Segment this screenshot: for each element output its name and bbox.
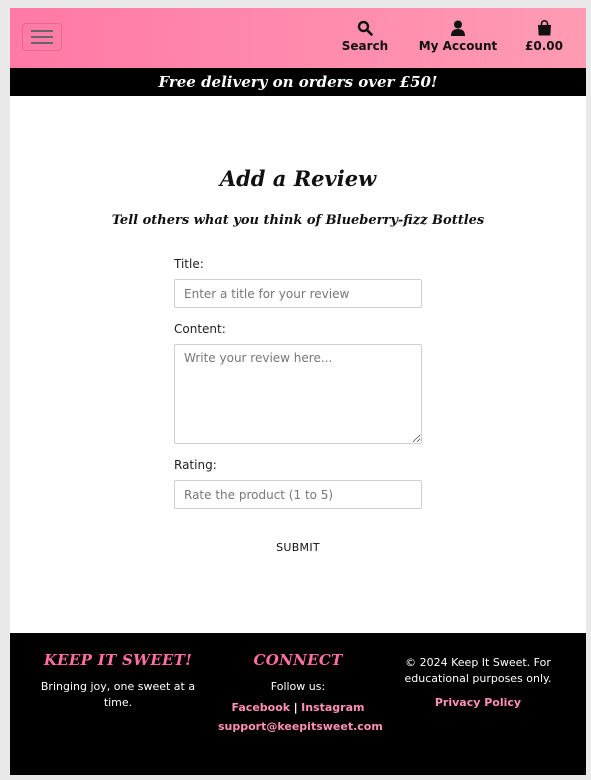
instagram-link[interactable]: Instagram — [301, 701, 364, 714]
bag-total: £0.00 — [525, 39, 563, 53]
shopping-bag-icon — [537, 20, 551, 36]
privacy-policy-link[interactable]: Privacy Policy — [435, 696, 521, 709]
footer-brand-column: KEEP IT SWEET! Bringing joy, one sweet a… — [38, 651, 198, 711]
user-icon — [451, 20, 465, 36]
content-label: Content: — [174, 322, 226, 336]
link-separator: | — [293, 701, 298, 714]
title-label: Title: — [174, 257, 204, 271]
facebook-link[interactable]: Facebook — [232, 701, 291, 714]
search-label: Search — [341, 39, 389, 53]
submit-button[interactable]: SUBMIT — [248, 537, 348, 557]
page: Search My Account £0.00 Free delivery on… — [10, 8, 586, 775]
page-subtitle: Tell others what you think of Blueberry-… — [111, 213, 485, 228]
footer-legal-column: © 2024 Keep It Sweet. For educational pu… — [398, 655, 558, 709]
site-header: Search My Account £0.00 — [10, 8, 586, 68]
footer-brand-heading: KEEP IT SWEET! — [43, 651, 193, 669]
footer-tagline: Bringing joy, one sweet at a time. — [40, 680, 196, 709]
my-account-link[interactable]: My Account — [418, 19, 498, 53]
menu-toggle-button[interactable] — [22, 23, 62, 51]
my-account-label: My Account — [418, 39, 498, 53]
rating-input[interactable] — [174, 480, 422, 509]
rating-label: Rating: — [174, 458, 217, 472]
title-input[interactable] — [174, 279, 422, 308]
footer-connect-heading: CONNECT — [253, 651, 343, 669]
content-textarea[interactable] — [174, 344, 422, 444]
support-email-link[interactable]: support@keepitsweet.com — [218, 720, 383, 733]
hamburger-icon — [31, 30, 53, 44]
social-links: Facebook | Instagram — [218, 701, 378, 714]
copyright-text: © 2024 Keep It Sweet. For educational pu… — [404, 656, 552, 685]
promo-banner: Free delivery on orders over £50! — [10, 68, 586, 96]
page-title: Add a Review — [219, 166, 377, 191]
footer-connect-column: CONNECT Follow us: Facebook | Instagram … — [218, 651, 383, 733]
shopping-bag-link[interactable]: £0.00 — [522, 19, 566, 53]
follow-us-text: Follow us: — [270, 680, 326, 693]
site-footer: KEEP IT SWEET! Bringing joy, one sweet a… — [10, 633, 586, 775]
magnifier-icon — [357, 20, 373, 36]
search-link[interactable]: Search — [340, 19, 390, 53]
